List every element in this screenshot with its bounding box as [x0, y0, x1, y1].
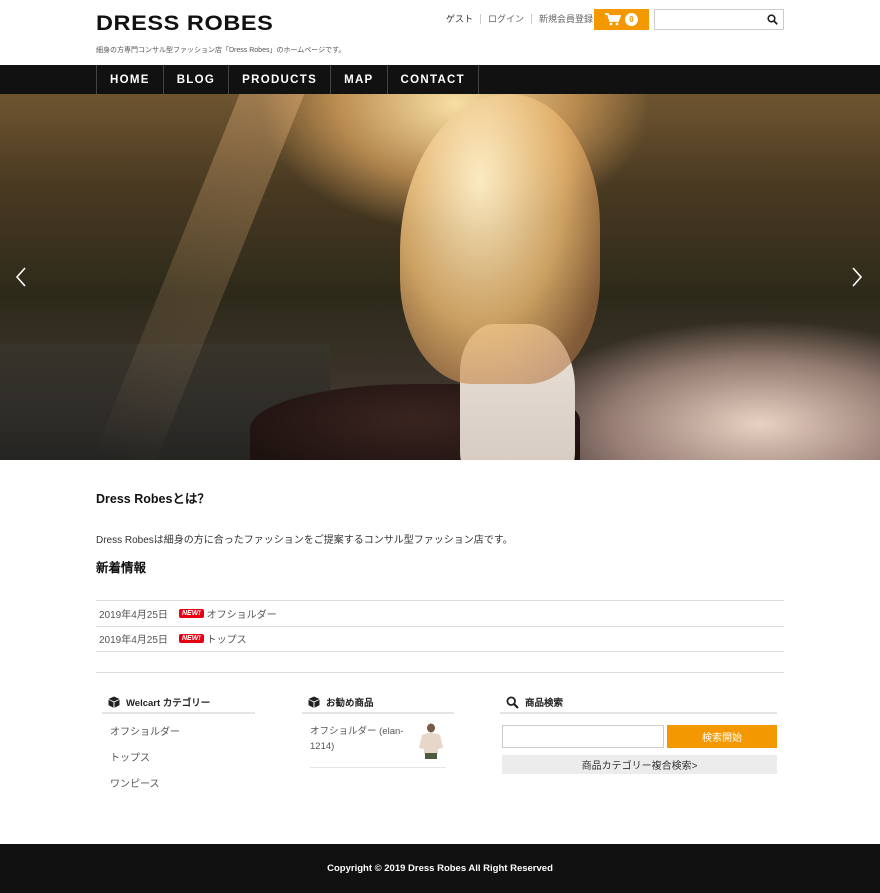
- item-search-button[interactable]: 検索開始: [667, 725, 777, 748]
- header-search: [654, 9, 784, 30]
- widget-title: 商品検索: [525, 698, 564, 709]
- category-list: オフショルダー トップス ワンピース: [102, 720, 255, 798]
- hero-slider: [0, 94, 880, 460]
- recommended-item[interactable]: オフショルダー (elan-1214): [310, 722, 446, 768]
- about-text: Dress Robesは細身の方に合ったファッションをご提案するコンサル型ファッ…: [96, 535, 513, 546]
- account-links: ゲスト ログイン 新規会員登録: [446, 12, 593, 25]
- box-icon: [308, 696, 320, 708]
- nav-home[interactable]: HOME: [97, 65, 164, 94]
- nav-map[interactable]: MAP: [331, 65, 388, 94]
- news-heading: 新着情報: [96, 561, 147, 575]
- widget-header: 商品検索: [500, 692, 777, 714]
- recommended-item-name[interactable]: オフショルダー (elan-1214): [310, 724, 410, 754]
- item-search-input[interactable]: [502, 725, 664, 748]
- item-search-row: 検索開始: [502, 725, 777, 748]
- widget-header: お勧め商品: [302, 692, 454, 714]
- search-icon: [506, 695, 519, 709]
- nav-blog[interactable]: BLOG: [164, 65, 230, 94]
- nav-contact[interactable]: CONTACT: [388, 65, 479, 94]
- cart-icon: [605, 13, 621, 26]
- product-thumbnail[interactable]: [416, 722, 446, 760]
- news-item: 2019年4月25日 NEW! トップス: [96, 627, 784, 652]
- cart-count-badge: 0: [625, 13, 638, 26]
- search-icon[interactable]: [767, 14, 778, 25]
- category-widget: Welcart カテゴリー オフショルダー トップス ワンピース: [102, 692, 255, 798]
- category-advanced-search-button[interactable]: 商品カテゴリー複合検索>: [502, 755, 777, 774]
- site-logo[interactable]: DRESS ROBES: [96, 12, 273, 36]
- category-item[interactable]: トップス: [110, 746, 255, 772]
- item-search-widget: 商品検索 検索開始 商品カテゴリー複合検索>: [500, 692, 777, 774]
- search-input[interactable]: [655, 10, 763, 30]
- nav-products[interactable]: PRODUCTS: [229, 65, 332, 94]
- link-separator: [480, 13, 482, 24]
- news-date: 2019年4月25日: [99, 609, 168, 621]
- new-badge: NEW!: [179, 608, 204, 618]
- category-item[interactable]: ワンピース: [110, 772, 255, 798]
- news-link[interactable]: オフショルダー: [207, 606, 277, 621]
- register-link[interactable]: 新規会員登録: [539, 12, 593, 25]
- hero-figure-hair: [400, 94, 600, 384]
- slider-prev-arrow-icon[interactable]: [14, 266, 28, 288]
- footer: Copyright © 2019 Dress Robes All Right R…: [0, 844, 880, 893]
- news-list: 2019年4月25日 NEW! オフショルダー 2019年4月25日 NEW! …: [96, 600, 784, 652]
- login-link[interactable]: ログイン: [488, 12, 524, 25]
- widget-title: Welcart カテゴリー: [126, 698, 211, 709]
- widget-header: Welcart カテゴリー: [102, 692, 255, 714]
- site-tagline: 細身の方専門コンサル型ファッション店「Dress Robes」のホームページです…: [96, 47, 346, 54]
- news-item: 2019年4月25日 NEW! オフショルダー: [96, 601, 784, 627]
- news-date: 2019年4月25日: [99, 635, 168, 647]
- about-heading: Dress Robesとは？: [96, 492, 210, 506]
- widget-title: お勧め商品: [326, 698, 374, 709]
- recommended-widget: お勧め商品 オフショルダー (elan-1214): [302, 692, 454, 768]
- category-item[interactable]: オフショルダー: [110, 720, 255, 746]
- guest-label: ゲスト: [446, 14, 474, 24]
- box-icon: [108, 696, 120, 708]
- main-nav: HOME BLOG PRODUCTS MAP CONTACT: [0, 65, 880, 94]
- new-badge: NEW!: [179, 634, 204, 644]
- news-link[interactable]: トップス: [207, 631, 247, 646]
- section-divider: [96, 672, 784, 673]
- cart-button[interactable]: 0: [594, 9, 649, 30]
- link-separator: [531, 13, 533, 24]
- footer-copyright: Copyright © 2019 Dress Robes All Right R…: [327, 863, 553, 874]
- slider-next-arrow-icon[interactable]: [850, 266, 864, 288]
